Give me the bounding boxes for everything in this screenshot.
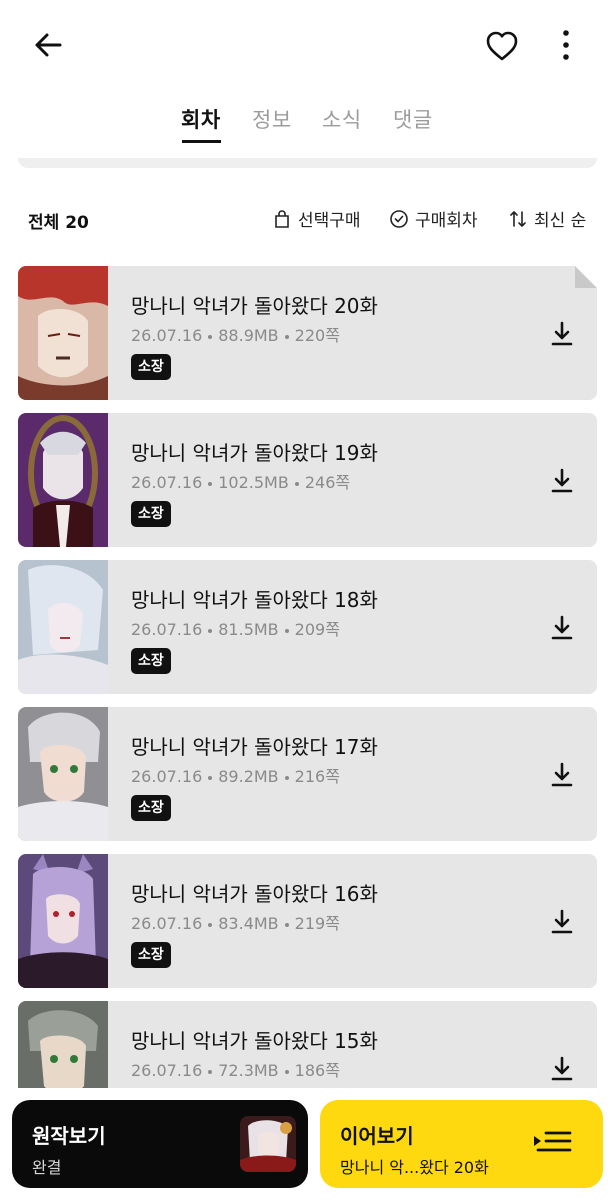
select-purchase-label: 선택구매 <box>298 211 361 231</box>
episode-date: 26.07.16 <box>131 1061 203 1080</box>
episode-meta: 26.07.16 102.5MB 246쪽 <box>131 469 350 493</box>
back-button[interactable] <box>28 26 68 66</box>
separator-dot <box>294 481 299 486</box>
episode-meta: 26.07.16 72.3MB 186쪽 <box>131 1057 340 1081</box>
episode-size: 88.9MB <box>218 326 279 345</box>
episode-pages: 209쪽 <box>294 620 340 639</box>
episode-thumbnail <box>18 854 108 988</box>
download-icon[interactable] <box>548 614 576 642</box>
continue-reading-button[interactable]: 이어보기 망나니 악...왔다 20화 <box>320 1100 603 1188</box>
episode-meta: 26.07.16 88.9MB 220쪽 <box>131 322 340 346</box>
separator-dot <box>208 628 213 633</box>
tab-comments[interactable]: 댓글 <box>393 104 433 134</box>
purchased-episodes-label: 구매회차 <box>415 211 478 231</box>
separator-dot <box>284 628 289 633</box>
separator-dot <box>284 922 289 927</box>
favorite-button[interactable] <box>482 26 522 66</box>
episode-row[interactable]: 망나니 악녀가 돌아왔다 20화 26.07.16 88.9MB 220쪽 소장 <box>18 266 597 400</box>
section-divider <box>18 158 597 168</box>
top-app-bar <box>0 0 615 92</box>
episode-pages: 220쪽 <box>294 326 340 345</box>
episode-title: 망나니 악녀가 돌아왔다 16화 <box>131 882 378 906</box>
episode-title: 망나니 악녀가 돌아왔다 15화 <box>131 1029 378 1053</box>
continue-reading-label: 이어보기 <box>340 1124 414 1148</box>
download-icon[interactable] <box>548 761 576 789</box>
separator-dot <box>284 334 289 339</box>
separator-dot <box>208 334 213 339</box>
episode-date: 26.07.16 <box>131 326 203 345</box>
episode-date: 26.07.16 <box>131 473 203 492</box>
episode-size: 89.2MB <box>218 767 279 786</box>
sort-label: 최신 순 <box>534 211 587 231</box>
download-icon[interactable] <box>548 467 576 495</box>
episode-pages: 246쪽 <box>304 473 351 492</box>
download-icon[interactable] <box>548 908 576 936</box>
episode-date: 26.07.16 <box>131 914 203 933</box>
download-icon[interactable] <box>548 320 576 348</box>
episode-row[interactable]: 망나니 악녀가 돌아왔다 19화 26.07.16 102.5MB 246쪽 소장 <box>18 413 597 547</box>
episode-date: 26.07.16 <box>131 767 203 786</box>
separator-dot <box>208 775 213 780</box>
episode-title: 망나니 악녀가 돌아왔다 20화 <box>131 294 378 318</box>
separator-dot <box>208 922 213 927</box>
tab-info[interactable]: 정보 <box>252 104 292 134</box>
episode-pages: 186쪽 <box>294 1061 340 1080</box>
episode-title: 망나니 악녀가 돌아왔다 17화 <box>131 735 378 759</box>
episode-size: 81.5MB <box>218 620 279 639</box>
episode-row[interactable]: 망나니 악녀가 돌아왔다 16화 26.07.16 83.4MB 219쪽 소장 <box>18 854 597 988</box>
episode-row[interactable]: 망나니 악녀가 돌아왔다 17화 26.07.16 89.2MB 216쪽 소장 <box>18 707 597 841</box>
original-cover-thumbnail <box>240 1116 296 1172</box>
select-purchase-button[interactable]: 선택구매 <box>272 206 361 231</box>
filter-bar: 전체 20 선택구매 구매회차 최신 순 <box>0 198 615 238</box>
check-circle-icon <box>390 209 408 228</box>
download-icon[interactable] <box>548 1055 576 1083</box>
bottom-action-bar: 원작보기 완결 이어보기 망나니 악...왔다 20화 <box>0 1088 615 1200</box>
episode-size: 72.3MB <box>218 1061 279 1080</box>
episode-size: 83.4MB <box>218 914 279 933</box>
owned-badge: 소장 <box>131 354 171 380</box>
episode-size: 102.5MB <box>218 473 289 492</box>
tab-news[interactable]: 소식 <box>322 104 362 134</box>
owned-badge: 소장 <box>131 942 171 968</box>
separator-dot <box>208 1069 213 1074</box>
episode-thumbnail <box>18 707 108 841</box>
owned-badge: 소장 <box>131 795 171 821</box>
purchased-episodes-button[interactable]: 구매회차 <box>389 206 478 231</box>
episode-title: 망나니 악녀가 돌아왔다 19화 <box>131 441 378 465</box>
episode-row[interactable]: 망나니 악녀가 돌아왔다 18화 26.07.16 81.5MB 209쪽 소장 <box>18 560 597 694</box>
arrow-left-icon <box>35 33 62 57</box>
tab-bar: 회차 정보 소식 댓글 <box>0 104 615 148</box>
episode-pages: 219쪽 <box>294 914 340 933</box>
heart-icon <box>486 31 518 61</box>
active-tab-indicator <box>182 140 221 143</box>
separator-dot <box>284 775 289 780</box>
view-original-button[interactable]: 원작보기 완결 <box>12 1100 308 1188</box>
episode-thumbnail <box>18 266 108 400</box>
new-episode-corner <box>575 266 597 288</box>
more-options-button[interactable] <box>548 26 584 66</box>
tab-episodes[interactable]: 회차 <box>181 104 221 134</box>
play-list-icon <box>534 1131 572 1152</box>
episode-thumbnail <box>18 560 108 694</box>
episode-meta: 26.07.16 89.2MB 216쪽 <box>131 763 340 787</box>
episode-date: 26.07.16 <box>131 620 203 639</box>
owned-badge: 소장 <box>131 501 171 527</box>
sort-arrows-icon <box>510 210 526 227</box>
episode-title: 망나니 악녀가 돌아왔다 18화 <box>131 588 378 612</box>
separator-dot <box>208 481 213 486</box>
view-original-label: 원작보기 <box>32 1124 106 1148</box>
more-vertical-icon <box>563 30 569 60</box>
episode-meta: 26.07.16 81.5MB 209쪽 <box>131 616 340 640</box>
sort-button[interactable]: 최신 순 <box>508 206 586 231</box>
episode-meta: 26.07.16 83.4MB 219쪽 <box>131 910 340 934</box>
episode-thumbnail <box>18 413 108 547</box>
episode-count: 전체 20 <box>28 213 89 233</box>
last-read-episode: 망나니 악...왔다 20화 <box>340 1158 489 1177</box>
separator-dot <box>284 1069 289 1074</box>
original-status: 완결 <box>32 1158 62 1177</box>
owned-badge: 소장 <box>131 648 171 674</box>
shopping-bag-icon <box>275 209 289 228</box>
episode-pages: 216쪽 <box>294 767 340 786</box>
